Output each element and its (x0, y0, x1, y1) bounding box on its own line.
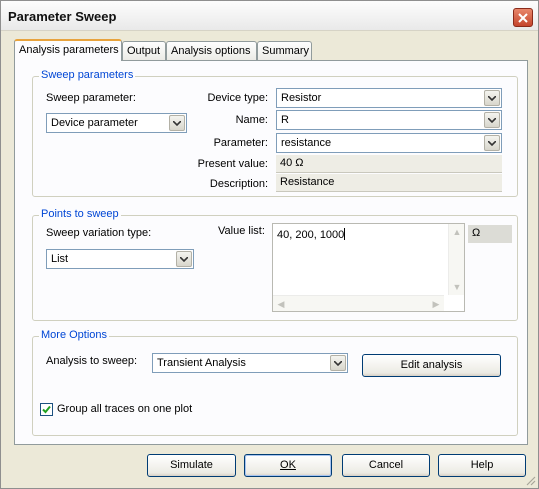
name-label: Name: (235, 114, 268, 126)
device-type-select[interactable]: Resistor (276, 88, 502, 108)
close-button[interactable] (513, 8, 533, 27)
chevron-down-icon (484, 135, 500, 151)
parameter-select[interactable]: resistance (276, 133, 502, 153)
group-title: More Options (39, 329, 110, 341)
device-type-label: Device type: (207, 92, 268, 104)
select-value: Device parameter (51, 117, 138, 129)
description-value: Resistance (280, 176, 335, 188)
analysis-to-sweep-select[interactable]: Transient Analysis (152, 353, 348, 373)
simulate-button[interactable]: Simulate (147, 454, 236, 477)
description-label: Description: (209, 178, 268, 190)
present-value-label: Present value: (197, 158, 268, 170)
select-value: List (51, 253, 69, 265)
chevron-down-icon (484, 112, 500, 128)
button-label: Help (470, 459, 494, 471)
select-value: resistance (281, 137, 332, 149)
tab-analysis-parameters[interactable]: Analysis parameters (14, 39, 122, 61)
parameter-sweep-dialog: Parameter Sweep Analysis parameters Outp… (0, 0, 539, 489)
group-title: Sweep parameters (39, 69, 136, 81)
unit-label: Ω (472, 227, 481, 239)
group-traces-label[interactable]: Group all traces on one plot (57, 403, 192, 415)
analysis-to-sweep-label: Analysis to sweep: (46, 355, 138, 367)
parameter-label: Parameter: (213, 137, 268, 149)
unit-field: Ω (468, 225, 512, 243)
chevron-down-icon (484, 90, 500, 106)
horizontal-scrollbar[interactable]: ◀ ▶ (273, 295, 444, 311)
value-list-text: 40, 200, 1000 (277, 228, 346, 241)
sweep-variation-type-select[interactable]: List (46, 249, 194, 269)
button-label: OK (280, 459, 296, 471)
tab-output[interactable]: Output (122, 41, 166, 60)
chevron-down-icon (330, 355, 346, 371)
select-value: Transient Analysis (157, 357, 246, 369)
cancel-button[interactable]: Cancel (342, 454, 430, 477)
group-traces-checkbox[interactable] (40, 403, 53, 416)
tab-label: Output (127, 45, 161, 57)
checkmark-icon (42, 405, 51, 414)
button-label: Simulate (170, 459, 213, 471)
scroll-up-icon[interactable]: ▲ (449, 224, 465, 240)
present-value-field: 40 Ω (276, 155, 502, 173)
group-title: Points to sweep (39, 208, 121, 220)
value-list-label: Value list: (218, 225, 265, 237)
select-value: R (281, 114, 289, 126)
title-bar[interactable]: Parameter Sweep (1, 1, 538, 31)
tab-label: Analysis options (171, 45, 251, 57)
chevron-down-icon (176, 251, 192, 267)
present-value: 40 Ω (280, 157, 304, 169)
analysis-parameters-panel: Sweep parameters Sweep parameter: Device… (14, 60, 528, 445)
description-field: Resistance (276, 174, 502, 192)
sweep-variation-type-label: Sweep variation type: (46, 227, 152, 239)
more-options-group: More Options (32, 329, 518, 436)
sweep-parameter-select[interactable]: Device parameter (46, 113, 187, 133)
button-label: Cancel (368, 459, 404, 471)
name-select[interactable]: R (276, 110, 502, 130)
button-label: Edit analysis (400, 359, 463, 371)
ok-button[interactable]: OK (244, 454, 332, 477)
tab-label: Summary (262, 45, 310, 57)
value-list-textarea[interactable]: 40, 200, 1000 ▲ ▼ ◀ ▶ (272, 223, 465, 312)
scroll-left-icon[interactable]: ◀ (273, 296, 289, 312)
edit-analysis-button[interactable]: Edit analysis (362, 354, 501, 377)
select-value: Resistor (281, 92, 322, 104)
vertical-scrollbar[interactable]: ▲ ▼ (448, 224, 464, 295)
tab-label: Analysis parameters (19, 44, 119, 56)
resize-grip-icon[interactable] (525, 475, 536, 486)
sweep-parameter-label: Sweep parameter: (46, 92, 136, 104)
scroll-right-icon[interactable]: ▶ (428, 296, 444, 312)
tab-summary[interactable]: Summary (257, 41, 312, 60)
close-icon (518, 12, 528, 23)
window-title: Parameter Sweep (8, 9, 117, 24)
scroll-down-icon[interactable]: ▼ (449, 279, 465, 295)
help-button[interactable]: Help (438, 454, 526, 477)
tab-analysis-options[interactable]: Analysis options (166, 41, 257, 60)
